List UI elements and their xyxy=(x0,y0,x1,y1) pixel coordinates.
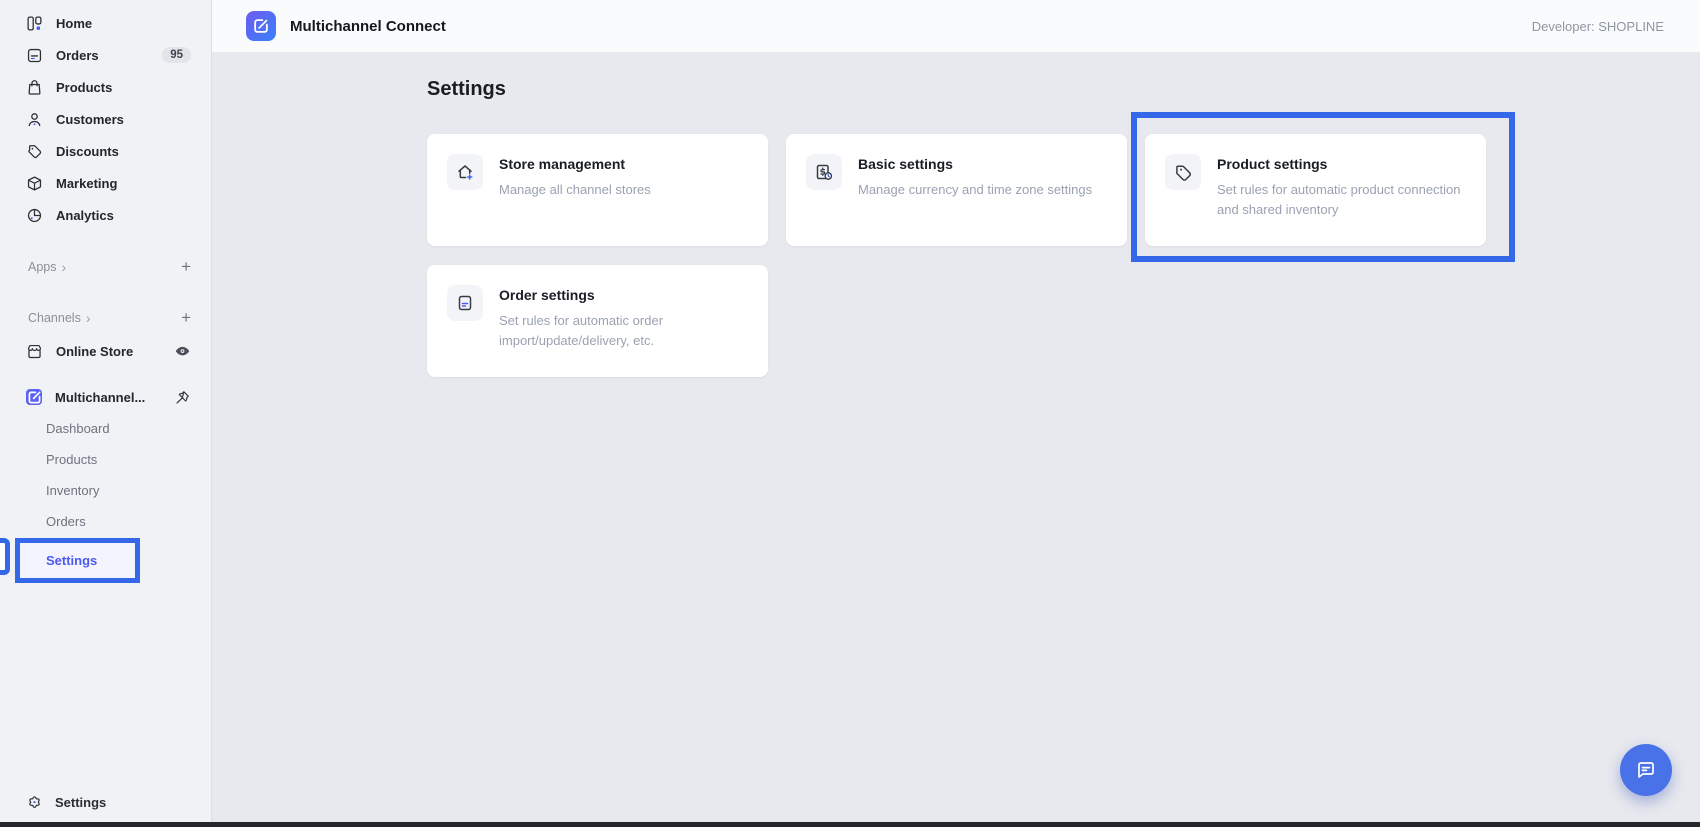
card-description: Manage currency and time zone settings xyxy=(858,182,1093,197)
gear-icon xyxy=(29,796,40,808)
sidebar-item-online-store[interactable]: Online Store xyxy=(0,335,211,367)
chevron-right-icon: › xyxy=(85,310,91,326)
card-title: Basic settings xyxy=(858,156,953,172)
sidebar-item-label: Multichannel... xyxy=(55,389,146,405)
subnav-item-inventory[interactable]: Inventory xyxy=(0,475,211,506)
pin-icon xyxy=(176,390,189,404)
chat-icon xyxy=(1638,762,1654,778)
card-body: Order settings Set rules for automatic o… xyxy=(499,285,748,350)
sidebar-item-label: Online Store xyxy=(56,343,134,359)
content-column: Multichannel Connect Developer: SHOPLINE… xyxy=(212,0,1700,827)
basic-settings-card[interactable]: Basic settings Manage currency and time … xyxy=(786,134,1127,246)
sidebar-item-label: Home xyxy=(56,15,93,31)
sidebar-item-label: Customers xyxy=(56,111,124,127)
basic-settings-icon xyxy=(806,154,842,190)
subnav-label: Inventory xyxy=(46,483,100,498)
card-title: Product settings xyxy=(1217,156,1328,172)
subnav-label: Orders xyxy=(46,514,86,529)
subnav-item-orders[interactable]: Orders xyxy=(0,506,211,537)
order-settings-card[interactable]: Order settings Set rules for automatic o… xyxy=(427,265,768,377)
chevron-right-icon: › xyxy=(61,259,67,275)
screen-bottom-edge xyxy=(0,822,1700,827)
main-area: Settings Store management Manage all cha… xyxy=(212,52,1700,827)
subnav-item-dashboard[interactable]: Dashboard xyxy=(0,413,211,444)
orders-count-badge: 95 xyxy=(162,47,191,63)
sidebar-item-products[interactable]: Products xyxy=(0,71,211,103)
sidebar-item-label: Products xyxy=(56,79,113,95)
store-management-card[interactable]: Store management Manage all channel stor… xyxy=(427,134,768,246)
active-page-edge-indicator xyxy=(0,538,10,575)
sidebar-item-label: Analytics xyxy=(56,207,114,223)
store-management-icon xyxy=(447,154,483,190)
sidebar-item-orders[interactable]: Orders 95 xyxy=(0,39,211,71)
sidebar-section-apps[interactable]: Apps › + xyxy=(0,251,211,283)
orders-icon xyxy=(27,48,42,62)
card-description: Set rules for automatic order import/upd… xyxy=(499,313,664,348)
card-description: Set rules for automatic product connecti… xyxy=(1217,182,1461,217)
customers-icon xyxy=(28,112,41,126)
discounts-icon xyxy=(28,144,42,158)
sidebar-item-customers[interactable]: Customers xyxy=(0,103,211,135)
sidebar-item-marketing[interactable]: Marketing xyxy=(0,167,211,199)
subnav-label: Dashboard xyxy=(46,421,110,436)
eye-icon xyxy=(175,346,190,355)
sidebar-item-discounts[interactable]: Discounts xyxy=(0,135,211,167)
visibility-toggle[interactable] xyxy=(174,343,191,360)
order-settings-icon xyxy=(447,285,483,321)
card-title: Store management xyxy=(499,156,626,172)
add-channel-button[interactable]: + xyxy=(181,308,191,328)
card-title: Order settings xyxy=(499,287,595,303)
subnav-label: Products xyxy=(46,452,98,467)
product-settings-card[interactable]: Product settings Set rules for automatic… xyxy=(1131,112,1515,262)
app-title: Multichannel Connect xyxy=(290,17,446,35)
card-body: Basic settings Manage currency and time … xyxy=(858,154,1092,200)
sidebar-section-channels[interactable]: Channels › + xyxy=(0,302,211,334)
analytics-icon xyxy=(27,208,42,222)
multichannel-connect-app-icon xyxy=(246,11,276,41)
section-label: Channels xyxy=(28,311,81,325)
multichannel-mini-icon xyxy=(26,389,42,405)
sidebar-item-multichannel[interactable]: Multichannel... xyxy=(0,381,211,413)
subnav-label-active: Settings xyxy=(46,553,98,568)
developer-label: Developer: SHOPLINE xyxy=(1531,18,1664,34)
section-label: Apps xyxy=(28,260,57,274)
products-icon xyxy=(28,79,41,95)
home-icon xyxy=(27,15,42,31)
subnav-item-products[interactable]: Products xyxy=(0,444,211,475)
sidebar-item-label: Marketing xyxy=(56,175,118,191)
pin-toggle[interactable] xyxy=(174,389,191,406)
storefront-icon xyxy=(27,344,42,358)
card-body: Store management Manage all channel stor… xyxy=(499,154,651,200)
sidebar-item-home[interactable]: Home xyxy=(0,7,211,39)
sidebar-item-analytics[interactable]: Analytics xyxy=(0,199,211,231)
sidebar-item-label: Orders xyxy=(56,47,99,63)
sidebar-item-label: Discounts xyxy=(56,143,119,159)
product-settings-icon xyxy=(1165,154,1201,190)
settings-cards-grid: Store management Manage all channel stor… xyxy=(427,112,1700,377)
app-window: Home Orders 95 Products Customers Discou… xyxy=(0,0,1700,827)
sidebar-item-settings-footer[interactable]: Settings xyxy=(26,794,106,811)
chat-support-button[interactable] xyxy=(1620,744,1672,796)
card-body: Product settings Set rules for automatic… xyxy=(1217,154,1466,219)
footer-settings-label: Settings xyxy=(55,795,107,810)
page-title: Settings xyxy=(427,78,506,100)
card-description: Manage all channel stores xyxy=(499,182,651,197)
add-app-button[interactable]: + xyxy=(181,257,191,277)
marketing-icon xyxy=(27,175,42,191)
topbar: Multichannel Connect Developer: SHOPLINE xyxy=(212,0,1700,52)
subnav-item-settings-highlight[interactable]: Settings xyxy=(15,538,140,583)
sidebar: Home Orders 95 Products Customers Discou… xyxy=(0,0,212,827)
